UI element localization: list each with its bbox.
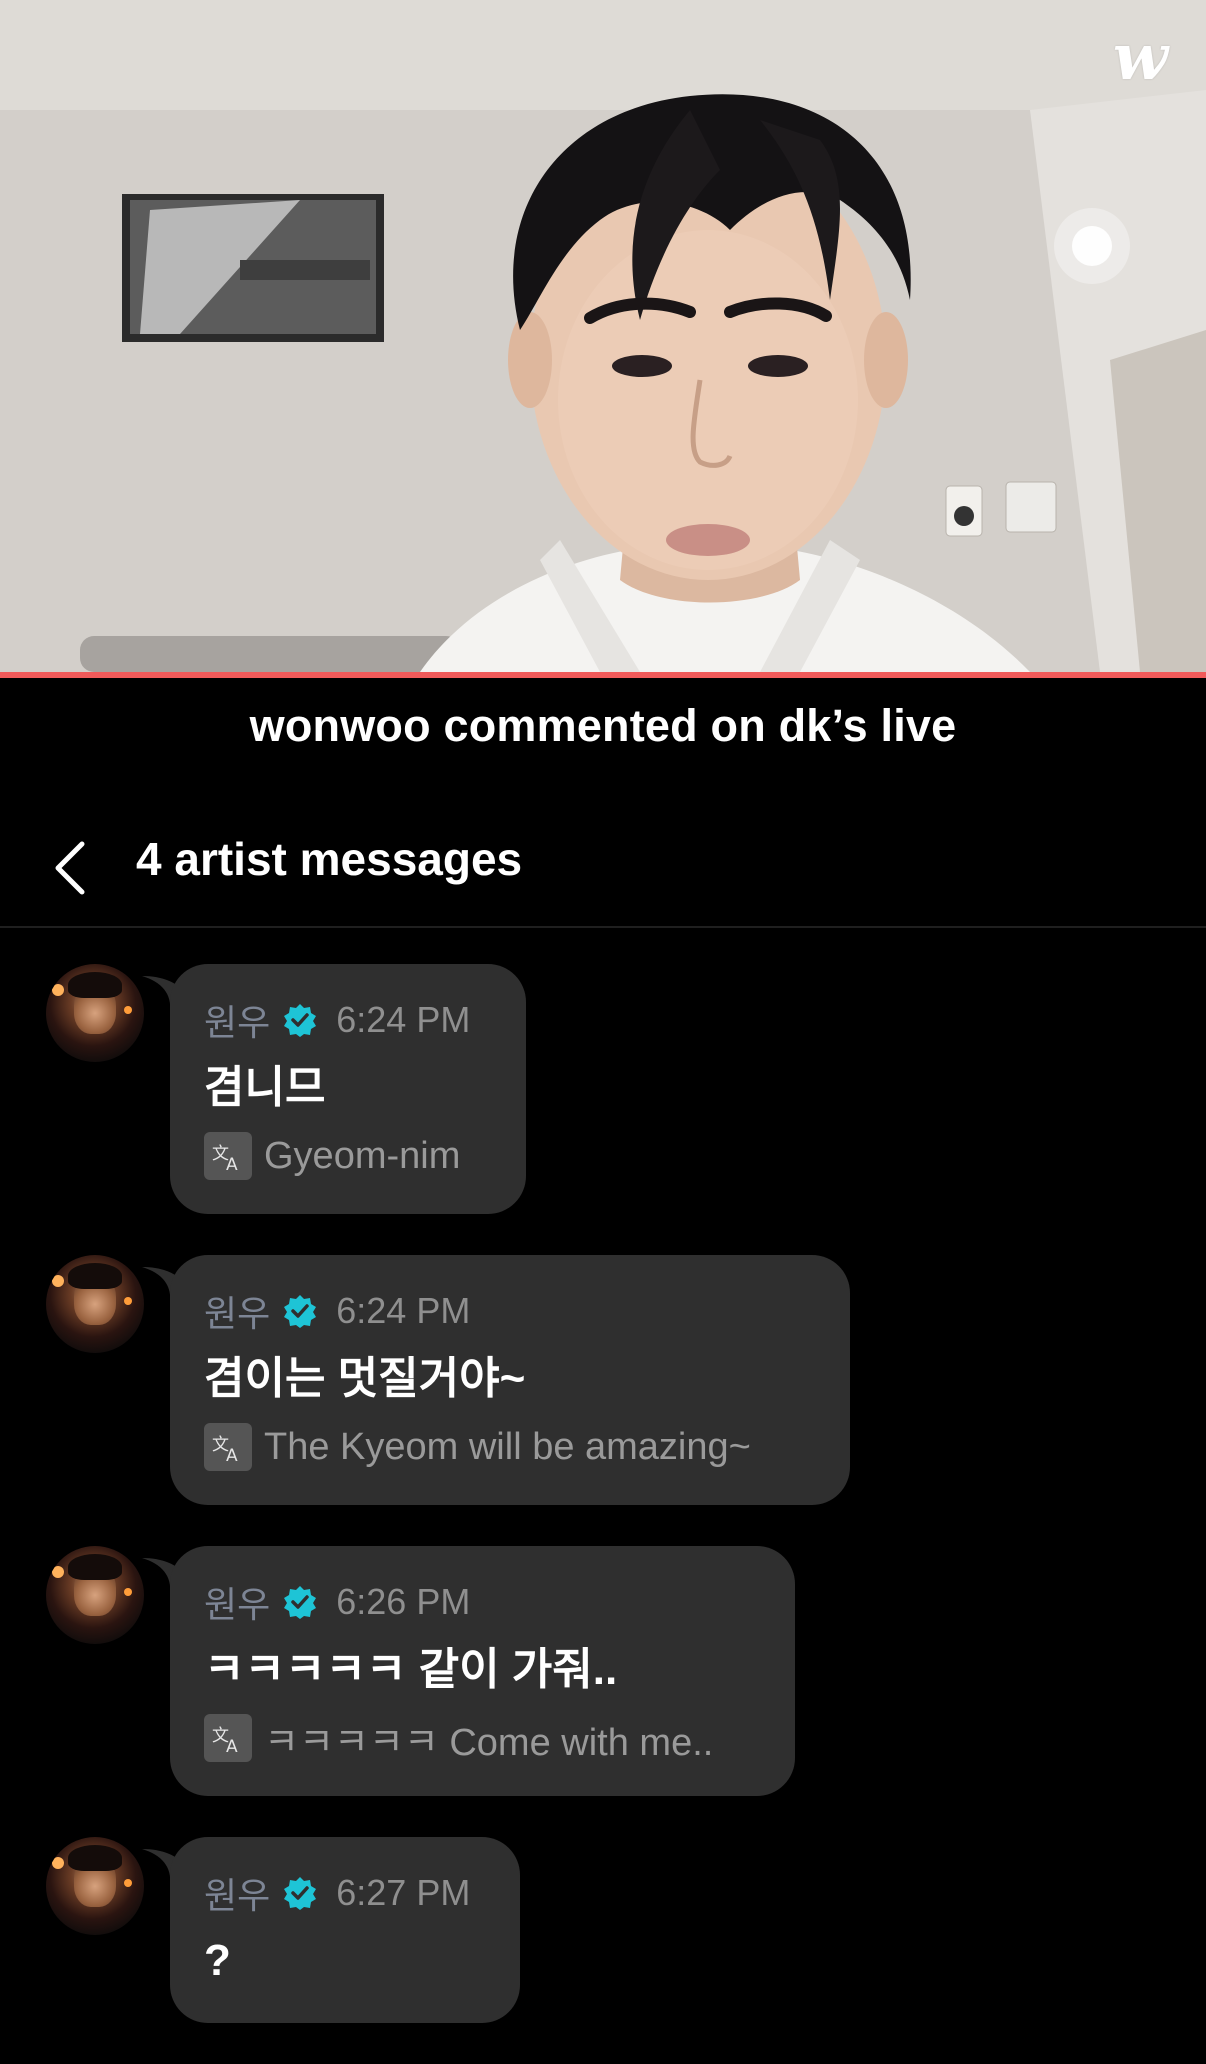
weverse-logo: w <box>1112 20 1168 95</box>
svg-text:A: A <box>226 1737 238 1755</box>
translation-text: The Kyeom will be amazing~ <box>264 1425 751 1468</box>
svg-text:A: A <box>226 1155 238 1173</box>
page-title: 4 artist messages <box>136 833 523 885</box>
verified-badge-icon <box>284 1877 317 1910</box>
caption-text: wonwoo commented on dk’s live <box>249 700 957 751</box>
translation-row: 文A Gyeom-nim <box>204 1130 492 1182</box>
translation-row: 文A ㅋㅋㅋㅋㅋ Come with me.. <box>204 1712 761 1764</box>
artist-message: 원우 6:26 PM ㅋㅋㅋㅋㅋ 같이 가줘.. 文A ㅋㅋㅋㅋㅋ Come w… <box>0 1546 1206 1796</box>
message-bubble[interactable]: 원우 6:24 PM 겸이는 멋질거야~ 文A The Kyeom will b… <box>170 1255 850 1505</box>
translate-icon: 文A <box>204 1423 252 1471</box>
live-video-scene <box>0 0 1206 672</box>
author-name: 원우 <box>204 1875 271 1916</box>
translate-icon: 文A <box>204 1132 252 1180</box>
message-time: 6:24 PM <box>336 1290 471 1331</box>
translation-text: Gyeom-nim <box>264 1134 461 1177</box>
chevron-left-icon <box>55 841 85 895</box>
artist-message: 원우 6:24 PM 겸니므 文A Gyeom-nim <box>0 964 1206 1214</box>
author-name: 원우 <box>204 1002 271 1043</box>
message-time: 6:24 PM <box>336 999 471 1040</box>
verified-badge-icon <box>284 1004 317 1037</box>
live-video-frame[interactable]: w <box>0 0 1206 672</box>
back-button[interactable] <box>44 830 100 902</box>
artist-message: 원우 6:24 PM 겸이는 멋질거야~ 文A The Kyeom will b… <box>0 1255 1206 1505</box>
avatar[interactable] <box>46 964 144 1062</box>
message-text: 겸이는 멋질거야~ <box>204 1354 526 1403</box>
message-bubble[interactable]: 원우 6:26 PM ㅋㅋㅋㅋㅋ 같이 가줘.. 文A ㅋㅋㅋㅋㅋ Come w… <box>170 1546 795 1796</box>
translation-row: 文A The Kyeom will be amazing~ <box>204 1421 816 1473</box>
message-text: ㅋㅋㅋㅋㅋ 같이 가줘.. <box>204 1645 618 1694</box>
message-time: 6:26 PM <box>336 1581 471 1622</box>
avatar[interactable] <box>46 1255 144 1353</box>
verified-badge-icon <box>284 1295 317 1328</box>
avatar[interactable] <box>46 1546 144 1644</box>
message-text: ? <box>204 1936 231 1985</box>
message-bubble[interactable]: 원우 6:27 PM ? <box>170 1837 520 2023</box>
artist-message: 원우 6:27 PM ? <box>0 1837 1206 2023</box>
live-progress-bar <box>0 672 1206 678</box>
author-name: 원우 <box>204 1293 271 1334</box>
verified-badge-icon <box>284 1586 317 1619</box>
message-text: 겸니므 <box>204 1063 326 1112</box>
message-time: 6:27 PM <box>336 1872 471 1913</box>
messages-header: 4 artist messages <box>0 810 1206 928</box>
translation-text: ㅋㅋㅋㅋㅋ Come with me.. <box>264 1721 714 1764</box>
svg-text:A: A <box>226 1446 238 1464</box>
author-name: 원우 <box>204 1584 271 1625</box>
message-bubble[interactable]: 원우 6:24 PM 겸니므 文A Gyeom-nim <box>170 964 526 1214</box>
avatar[interactable] <box>46 1837 144 1935</box>
translate-icon: 文A <box>204 1714 252 1762</box>
